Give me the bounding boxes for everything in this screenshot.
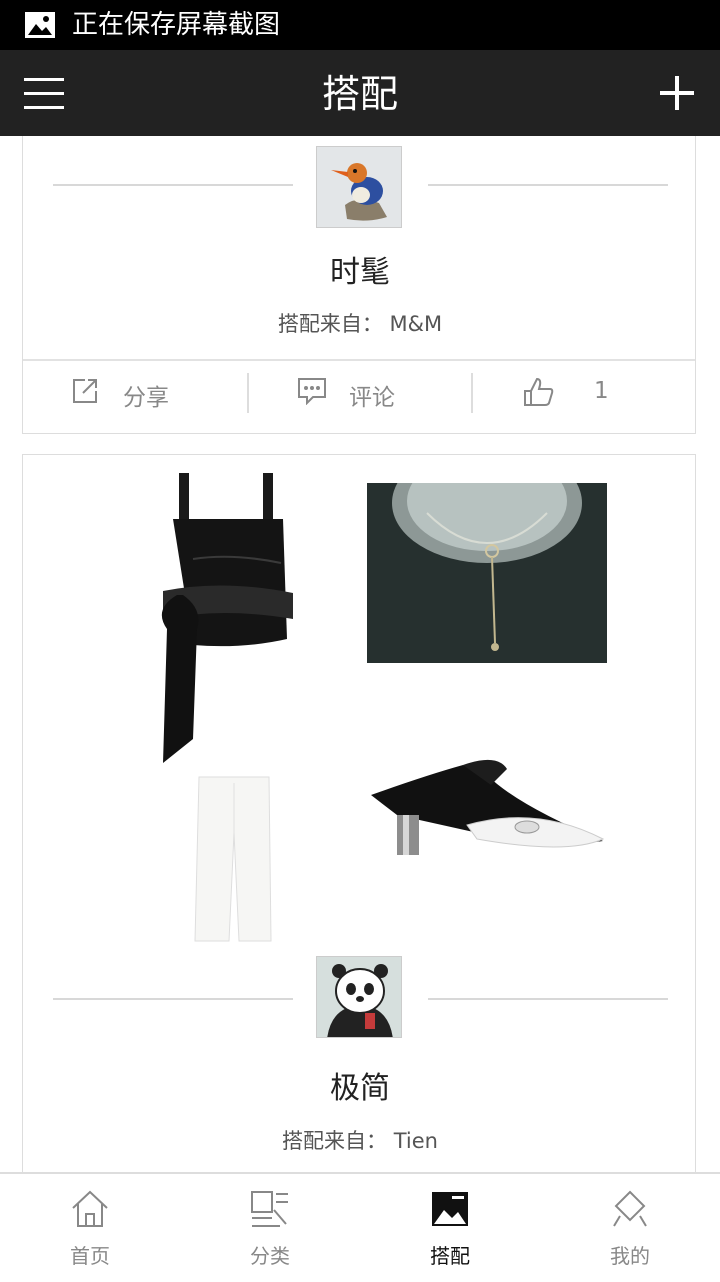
- tab-outfit-label: 搭配: [430, 1244, 470, 1268]
- home-icon: [72, 1190, 108, 1227]
- outfit-title: 时髦: [330, 255, 390, 290]
- tab-outfit[interactable]: 搭配: [360, 1174, 540, 1282]
- app-header: 搭配: [0, 50, 720, 136]
- tab-home[interactable]: 首页: [0, 1174, 180, 1282]
- outfit-source: 搭配来自： Tien: [23, 1125, 697, 1155]
- page-title: 搭配: [321, 72, 398, 116]
- share-icon: [73, 379, 97, 403]
- like-count: 1: [594, 378, 609, 404]
- divider: [53, 184, 293, 186]
- share-label: 分享: [123, 385, 169, 411]
- outfit-icon: [432, 1192, 468, 1226]
- comment-label: 评论: [349, 385, 395, 411]
- like-button[interactable]: 1: [473, 361, 697, 427]
- comment-icon: [298, 378, 326, 405]
- black-top-image[interactable]: [153, 469, 313, 769]
- outfit-card[interactable]: 极简 搭配来自： Tien: [22, 454, 696, 1172]
- divider: [53, 998, 293, 1000]
- source-label: 搭配来自：: [282, 1129, 388, 1153]
- status-bar: 正在保存屏幕截图: [0, 0, 720, 50]
- white-trousers-image[interactable]: [189, 773, 279, 945]
- bird-avatar-image: [317, 147, 401, 227]
- tab-profile-label: 我的: [610, 1244, 650, 1268]
- category-icon: [251, 1191, 288, 1227]
- mule-shoe-image[interactable]: [367, 755, 611, 869]
- avatar[interactable]: [316, 146, 402, 228]
- profile-icon: [613, 1190, 647, 1227]
- necklace-image[interactable]: [367, 483, 607, 663]
- author-name[interactable]: M&M: [390, 312, 443, 336]
- status-text: 正在保存屏幕截图: [72, 10, 281, 40]
- panda-avatar-image: [317, 957, 401, 1037]
- bottom-nav: 首页 分类 搭配 我的: [0, 1172, 720, 1282]
- add-icon[interactable]: [660, 76, 694, 110]
- avatar[interactable]: [316, 956, 402, 1038]
- tab-profile[interactable]: 我的: [540, 1174, 720, 1282]
- author-name[interactable]: Tien: [394, 1129, 438, 1153]
- outfit-source: 搭配来自： M&M: [23, 308, 697, 338]
- outfit-feed[interactable]: 时髦 搭配来自： M&M 分享 评论 1 极简 搭配来自： Tien: [0, 136, 720, 1172]
- thumbs-up-icon: [524, 377, 554, 406]
- action-bar: 分享 评论 1: [23, 359, 695, 427]
- tab-home-label: 首页: [70, 1244, 110, 1268]
- tab-category[interactable]: 分类: [180, 1174, 360, 1282]
- divider: [428, 184, 668, 186]
- image-icon: [25, 12, 55, 38]
- divider: [428, 998, 668, 1000]
- source-label: 搭配来自：: [277, 312, 383, 336]
- tab-category-label: 分类: [250, 1244, 290, 1268]
- comment-button[interactable]: 评论: [249, 361, 473, 427]
- outfit-title: 极简: [330, 1071, 390, 1106]
- outfit-card[interactable]: 时髦 搭配来自： M&M 分享 评论 1: [22, 136, 696, 434]
- share-button[interactable]: 分享: [23, 361, 247, 427]
